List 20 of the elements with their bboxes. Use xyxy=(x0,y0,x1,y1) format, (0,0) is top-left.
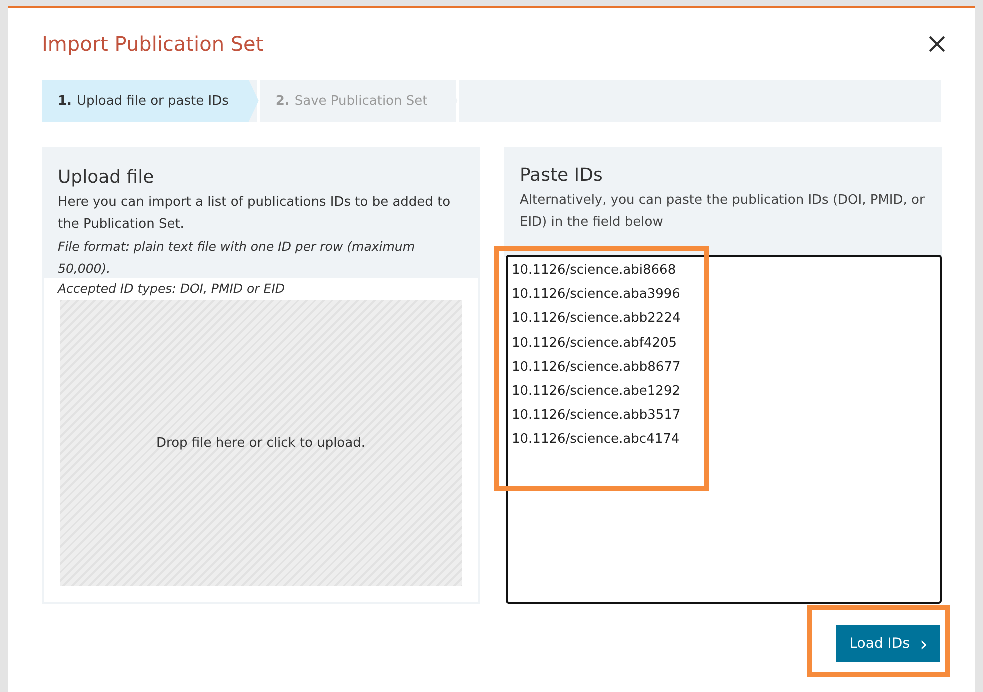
step-tab[interactable]: 1. Upload file or paste IDs xyxy=(42,80,259,122)
upload-description: Here you can import a list of publications IDs to be added to the Publication Set. xyxy=(58,194,452,234)
id-entry: 10.1126/science.aba3996 xyxy=(512,286,680,304)
file-drop-zone[interactable]: Drop file here or click to upload. xyxy=(60,300,462,586)
dialog-title: Import Publication Set xyxy=(42,32,264,56)
id-entry: 10.1126/science.abb2224 xyxy=(512,310,681,328)
panel-heading: Upload file xyxy=(58,167,156,188)
id-entry: 10.1126/science.abc4174 xyxy=(512,431,680,450)
ids-input-field[interactable]: 10.1126/science.abi8668 10.1126/science.aba3996 10.1126/science.abb2224 10.1126/science.abf4205 10.1126/science.abb8677 10.1126/science.abe1292 10.1126/science.abb3517 10.1126/science.abc4174 xyxy=(506,255,942,604)
id-entry: 10.1126/science.abb8677 xyxy=(512,358,681,377)
load-ids-button[interactable]: Load IDs › xyxy=(836,625,940,662)
chevron-icon: › xyxy=(920,634,928,654)
id-entry: 10.1126/science.abi8668 xyxy=(512,262,676,280)
id-entry: 10.1126/science.abb3517 xyxy=(512,407,681,426)
panel-heading: Paste IDs xyxy=(520,165,604,186)
file-format-note: File format: plain text file with one ID per row (maximum 50,000). xyxy=(58,238,416,278)
paste-description: Alternatively, you can paste the publication IDs (DOI, PMID, or EID) in the field below xyxy=(520,192,926,232)
id-entry: 10.1126/science.abf4205 xyxy=(512,334,678,353)
close-button[interactable]: × xyxy=(926,30,949,58)
id-entry: 10.1126/science.abe1292 xyxy=(512,383,680,402)
